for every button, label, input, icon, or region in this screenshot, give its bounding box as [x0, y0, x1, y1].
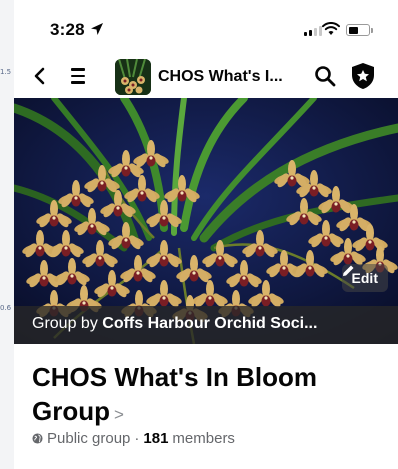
hamburger-menu-icon[interactable] [66, 64, 90, 88]
battery-icon [346, 24, 370, 36]
back-button[interactable] [28, 64, 52, 88]
edit-cover-button[interactable]: Edit [341, 264, 388, 292]
group-title-short[interactable]: CHOS What's I... [158, 68, 283, 86]
status-bar: 3:28 [14, 0, 398, 56]
edit-label: Edit [351, 270, 378, 286]
back-chevron-icon [34, 67, 45, 85]
cover-photo[interactable]: Edit Group by Coffs Harbour Orchid Soci.… [14, 98, 398, 344]
group-thumbnail[interactable] [115, 59, 151, 95]
group-name: CHOS What's In Bloom Group [32, 362, 317, 426]
caption-prefix: Group by [32, 315, 98, 332]
meta-separator: · [134, 430, 140, 447]
wifi-icon [322, 22, 340, 35]
admin-shield-icon[interactable] [350, 62, 376, 90]
group-name-chevron: > [114, 405, 124, 424]
phone-screen: 3:28 CHOS What's I... Edit Group by Coff… [14, 0, 398, 469]
battery-tip [371, 28, 373, 33]
side-number: 0.6 [0, 304, 12, 312]
globe-icon [32, 433, 43, 444]
group-header-bar: CHOS What's I... [14, 56, 398, 98]
search-icon[interactable] [313, 64, 337, 88]
side-number: 1.5 [0, 68, 12, 76]
member-count[interactable]: 181 [143, 430, 168, 447]
group-name-heading[interactable]: CHOS What's In Bloom Group > [32, 360, 382, 432]
group-owner-caption[interactable]: Group by Coffs Harbour Orchid Soci... [14, 306, 398, 344]
cellular-signal-icon [304, 26, 322, 36]
background-page-edge: 1.5 0.6 [0, 0, 14, 469]
group-owner-name[interactable]: Coffs Harbour Orchid Soci... [102, 315, 317, 332]
status-time: 3:28 [50, 20, 85, 39]
privacy-label: Public group [47, 430, 131, 447]
pencil-icon [342, 265, 354, 276]
location-arrow-icon [91, 23, 103, 35]
group-meta: Public group · 181 members [32, 430, 235, 447]
members-label[interactable]: members [172, 430, 235, 447]
